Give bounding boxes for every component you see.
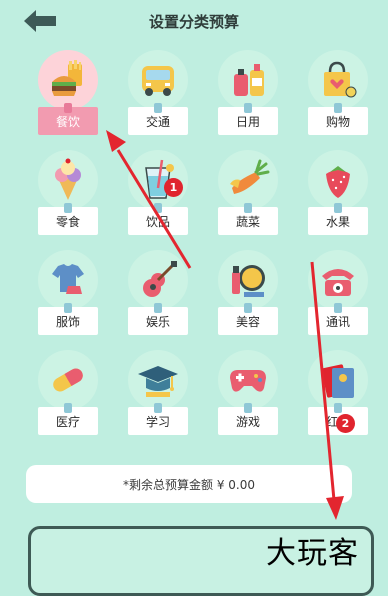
category-label: 购物 — [308, 103, 368, 135]
category-beauty[interactable]: 美容 — [208, 250, 288, 350]
category-label: 水果 — [308, 203, 368, 235]
category-label: 日用 — [218, 103, 278, 135]
category-study[interactable]: 学习 — [118, 350, 198, 450]
watermark: 大玩客 — [266, 536, 359, 571]
category-drinks[interactable]: 饮品 — [118, 150, 198, 250]
header: 设置分类预算 — [0, 0, 388, 40]
category-label: 娱乐 — [128, 303, 188, 335]
category-label: 学习 — [128, 403, 188, 435]
pill-icon — [38, 350, 98, 410]
category-label: 交通 — [128, 103, 188, 135]
telephone-icon — [308, 250, 368, 310]
category-medical[interactable]: 医疗 — [28, 350, 108, 450]
toiletries-icon — [218, 50, 278, 110]
category-label: 服饰 — [38, 303, 98, 335]
category-label: 游戏 — [218, 403, 278, 435]
burger-fries-icon — [38, 50, 98, 110]
guitar-icon — [128, 250, 188, 310]
category-shopping[interactable]: 购物 — [298, 50, 378, 150]
strawberry-icon — [308, 150, 368, 210]
category-vegetables[interactable]: 蔬菜 — [208, 150, 288, 250]
category-daily[interactable]: 日用 — [208, 50, 288, 150]
red-envelope-icon — [308, 350, 368, 410]
graduation-cap-icon — [128, 350, 188, 410]
category-transport[interactable]: 交通 — [118, 50, 198, 150]
remaining-budget-summary: *剩余总预算金额 ¥ 0.00 — [26, 465, 352, 503]
category-telecom[interactable]: 通讯 — [298, 250, 378, 350]
shopping-bag-icon — [308, 50, 368, 110]
category-red-envelope[interactable]: 红包 — [298, 350, 378, 450]
tshirt-icon — [38, 250, 98, 310]
category-label: 美容 — [218, 303, 278, 335]
carrot-icon — [218, 150, 278, 210]
category-label: 餐饮 — [38, 103, 98, 135]
category-label: 饮品 — [128, 203, 188, 235]
annotation-badge-1: 1 — [164, 178, 183, 197]
category-label: 医疗 — [38, 403, 98, 435]
category-clothing[interactable]: 服饰 — [28, 250, 108, 350]
category-games[interactable]: 游戏 — [208, 350, 288, 450]
gamepad-icon — [218, 350, 278, 410]
bus-icon — [128, 50, 188, 110]
ice-cream-icon — [38, 150, 98, 210]
category-snacks[interactable]: 零食 — [28, 150, 108, 250]
category-label: 蔬菜 — [218, 203, 278, 235]
category-dining[interactable]: 餐饮 — [28, 50, 108, 150]
cosmetics-icon — [218, 250, 278, 310]
category-entertainment[interactable]: 娱乐 — [118, 250, 198, 350]
annotation-badge-2: 2 — [336, 414, 355, 433]
category-label: 零食 — [38, 203, 98, 235]
category-label: 通讯 — [308, 303, 368, 335]
category-fruit[interactable]: 水果 — [298, 150, 378, 250]
page-title: 设置分类预算 — [148, 13, 239, 31]
